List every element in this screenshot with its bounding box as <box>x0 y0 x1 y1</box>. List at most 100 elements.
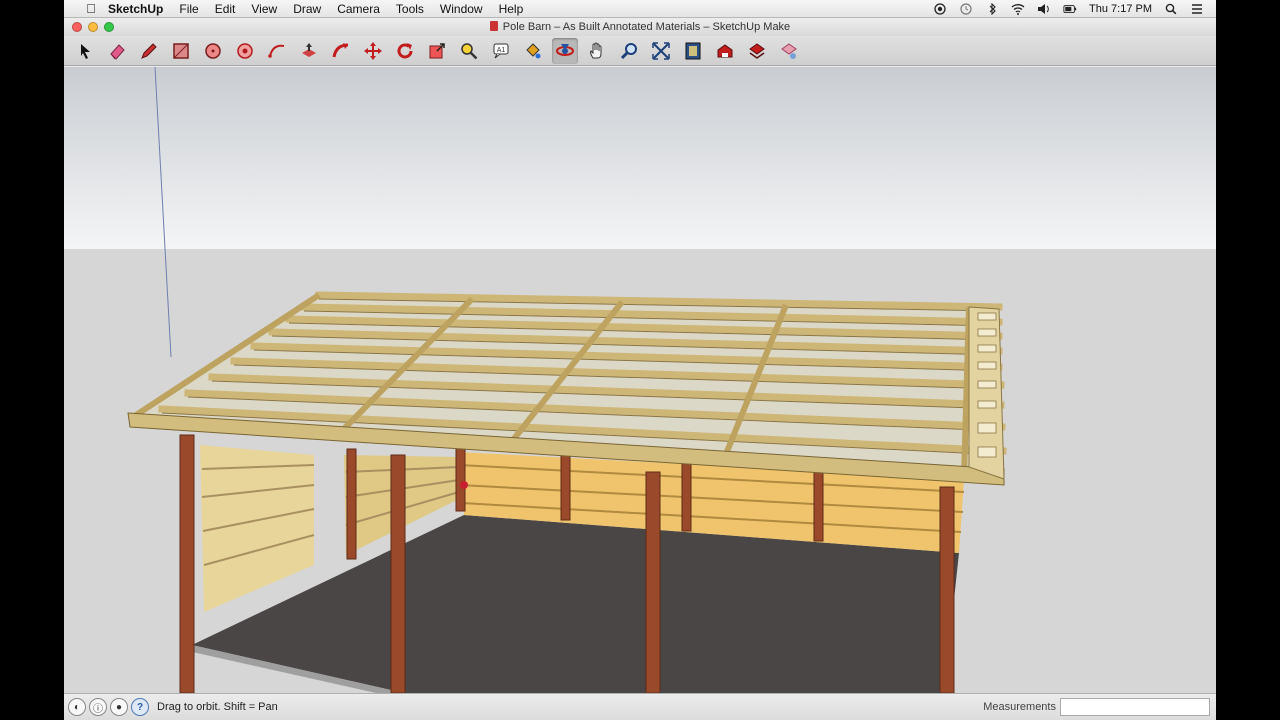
window-title: Pole Barn – As Built Annotated Materials… <box>64 21 1216 33</box>
circle-tool-button[interactable] <box>200 38 226 64</box>
rotate-tool-button[interactable] <box>392 38 418 64</box>
help-icon[interactable]: ? <box>131 698 149 716</box>
measurements-label: Measurements <box>983 701 1056 713</box>
post-back-2 <box>560 446 571 521</box>
time-machine-icon[interactable] <box>959 2 973 15</box>
orbit-icon <box>556 43 574 56</box>
getting-started-toolbar: A1 <box>64 36 1216 66</box>
geo-location-icon[interactable]: ◐ <box>68 698 86 716</box>
push-pull-icon <box>302 42 316 57</box>
battery-icon[interactable] <box>1063 3 1077 15</box>
warehouse-tool-button[interactable] <box>712 38 738 64</box>
rotate-icon <box>397 42 413 58</box>
arc-icon <box>268 44 285 58</box>
hand-icon <box>590 42 602 58</box>
close-window-button[interactable] <box>72 22 82 32</box>
warehouse-icon <box>717 43 733 57</box>
menu-bar:  SketchUp File Edit View Draw Camera To… <box>64 0 1216 18</box>
rectangle-tool-button[interactable] <box>168 38 194 64</box>
paint-bucket-tool-button[interactable] <box>520 38 546 64</box>
credits-icon[interactable]: ⓘ <box>89 698 107 716</box>
line-tool-button[interactable] <box>136 38 162 64</box>
post-front-mid-left <box>390 454 406 693</box>
push-pull-tool-button[interactable] <box>296 38 322 64</box>
follow-me-tool-button[interactable] <box>328 38 354 64</box>
orbit-cursor <box>460 481 468 489</box>
move-tool-button[interactable] <box>360 38 386 64</box>
post-back-1 <box>455 438 466 512</box>
share-icon <box>749 42 765 59</box>
arrow-icon <box>81 43 90 59</box>
polygon-tool-button[interactable] <box>232 38 258 64</box>
notification-center-icon[interactable] <box>1190 3 1204 15</box>
scale-icon <box>429 42 445 58</box>
select-tool-button[interactable] <box>72 38 98 64</box>
tape-icon <box>461 42 478 59</box>
previous-view-tool-button[interactable] <box>680 38 706 64</box>
orbit-tool-button[interactable] <box>552 37 578 64</box>
status-bar: ◐ ⓘ ● ? Drag to orbit. Shift = Pan Measu… <box>64 693 1216 720</box>
scale-tool-button[interactable] <box>424 38 450 64</box>
eraser-tool-button[interactable] <box>104 38 130 64</box>
document-icon <box>489 21 498 31</box>
status-icons: ◐ ⓘ ● ? <box>68 698 149 716</box>
polygon-icon <box>237 42 253 59</box>
circle-icon <box>205 42 221 59</box>
tape-measure-tool-button[interactable] <box>456 38 482 64</box>
menu-help[interactable]: Help <box>491 2 532 16</box>
pan-tool-button[interactable] <box>584 38 610 64</box>
post-front-right <box>939 486 955 693</box>
letterbox-left <box>0 0 64 720</box>
apple-menu-icon[interactable]:  <box>80 1 102 16</box>
text-icon: A1 <box>493 43 509 58</box>
previous-icon <box>685 42 701 59</box>
screen:  SketchUp File Edit View Draw Camera To… <box>64 0 1216 720</box>
status-hint: Drag to orbit. Shift = Pan <box>157 701 278 713</box>
eraser-icon <box>110 43 125 60</box>
wifi-icon[interactable] <box>1011 3 1025 15</box>
magnifier-icon <box>620 42 637 59</box>
volume-icon[interactable] <box>1037 3 1051 15</box>
status-menus: Thu 7:17 PM <box>933 2 1216 15</box>
zoom-extents-tool-button[interactable] <box>648 38 674 64</box>
menu-camera[interactable]: Camera <box>329 2 388 16</box>
post-back-4 <box>813 464 824 542</box>
post-front-left <box>179 434 195 693</box>
bluetooth-icon[interactable] <box>985 2 999 15</box>
clock[interactable]: Thu 7:17 PM <box>1089 3 1152 15</box>
arc-tool-button[interactable] <box>264 38 290 64</box>
zoom-extents-icon <box>652 41 670 60</box>
menu-file[interactable]: File <box>171 2 206 16</box>
blue-axis-line <box>154 67 172 358</box>
menu-edit[interactable]: Edit <box>207 2 244 16</box>
share-model-tool-button[interactable] <box>744 38 770 64</box>
minimize-window-button[interactable] <box>88 22 98 32</box>
measurements-input[interactable] <box>1060 698 1210 716</box>
menu-view[interactable]: View <box>243 2 285 16</box>
post-back-3 <box>681 454 692 532</box>
pencil-icon <box>141 42 157 59</box>
text-tool-button[interactable]: A1 <box>488 38 514 64</box>
paint-bucket-icon <box>526 42 541 58</box>
record-icon[interactable] <box>933 2 947 15</box>
extension-icon <box>781 42 797 59</box>
post-left-rear <box>346 448 357 560</box>
follow-me-icon <box>332 42 349 57</box>
model-viewport[interactable] <box>64 67 1216 693</box>
rectangle-icon <box>173 42 189 59</box>
window-title-bar: Pole Barn – As Built Annotated Materials… <box>64 18 1216 36</box>
app-menu[interactable]: SketchUp <box>102 2 171 16</box>
pole-barn-model[interactable] <box>64 67 1216 693</box>
spotlight-search-icon[interactable] <box>1164 3 1178 15</box>
user-icon[interactable]: ● <box>110 698 128 716</box>
move-icon <box>364 41 382 60</box>
zoom-tool-button[interactable] <box>616 38 642 64</box>
menu-draw[interactable]: Draw <box>285 2 329 16</box>
zoom-window-button[interactable] <box>104 22 114 32</box>
post-front-mid-right <box>645 471 661 693</box>
window-title-text: Pole Barn – As Built Annotated Materials… <box>502 21 791 33</box>
menu-window[interactable]: Window <box>432 2 491 16</box>
menu-tools[interactable]: Tools <box>388 2 432 16</box>
extension-tool-button[interactable] <box>776 38 802 64</box>
letterbox-right <box>1216 0 1280 720</box>
